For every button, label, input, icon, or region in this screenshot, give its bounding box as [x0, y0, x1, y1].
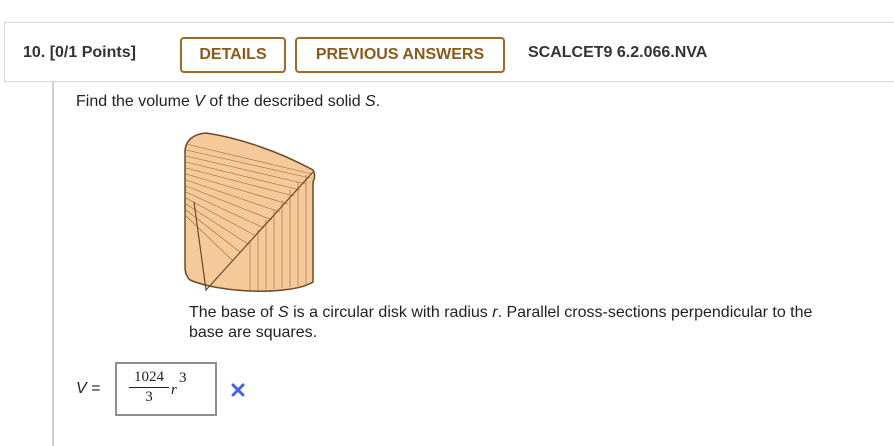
prompt-text-1: Find the volume — [76, 93, 195, 110]
prompt-var-v: V — [194, 93, 205, 110]
prompt-text-3: . — [375, 93, 381, 110]
fraction-bar — [129, 387, 169, 388]
answer-denominator: 3 — [145, 389, 153, 405]
answer-label: V = — [76, 380, 100, 398]
previous-answers-button[interactable]: PREVIOUS ANSWERS — [295, 37, 505, 73]
solid-figure — [184, 132, 316, 292]
prompt-var-s: S — [365, 93, 376, 110]
desc-text-2: is a circular disk with radius — [288, 304, 493, 321]
points-label: [0/1 Points] — [49, 44, 136, 61]
answer-exponent: 3 — [179, 370, 187, 386]
desc-var-s: S — [277, 304, 289, 321]
question-number-label: 10. — [23, 44, 46, 61]
problem-description: The base of S is a circular disk with ra… — [189, 303, 829, 343]
desc-text-1: The base of — [189, 304, 278, 321]
question-number: 10. [0/1 Points] — [23, 44, 136, 62]
prompt-text-2: of the described solid — [204, 93, 366, 110]
question-left-rule — [52, 82, 54, 446]
answer-label-var: V — [76, 380, 87, 397]
problem-prompt: Find the volume V of the described solid… — [76, 93, 380, 111]
answer-fraction: 1024 3 — [129, 369, 169, 406]
answer-variable: r — [171, 382, 177, 398]
answer-label-eq: = — [86, 380, 101, 397]
question-header: 10. [0/1 Points] DETAILS PREVIOUS ANSWER… — [4, 22, 894, 82]
problem-code: SCALCET9 6.2.066.NVA — [528, 44, 708, 61]
details-button[interactable]: DETAILS — [180, 37, 286, 73]
answer-input[interactable]: 1024 3 r 3 — [115, 362, 217, 416]
incorrect-x-icon — [231, 383, 245, 397]
answer-numerator: 1024 — [134, 369, 164, 385]
